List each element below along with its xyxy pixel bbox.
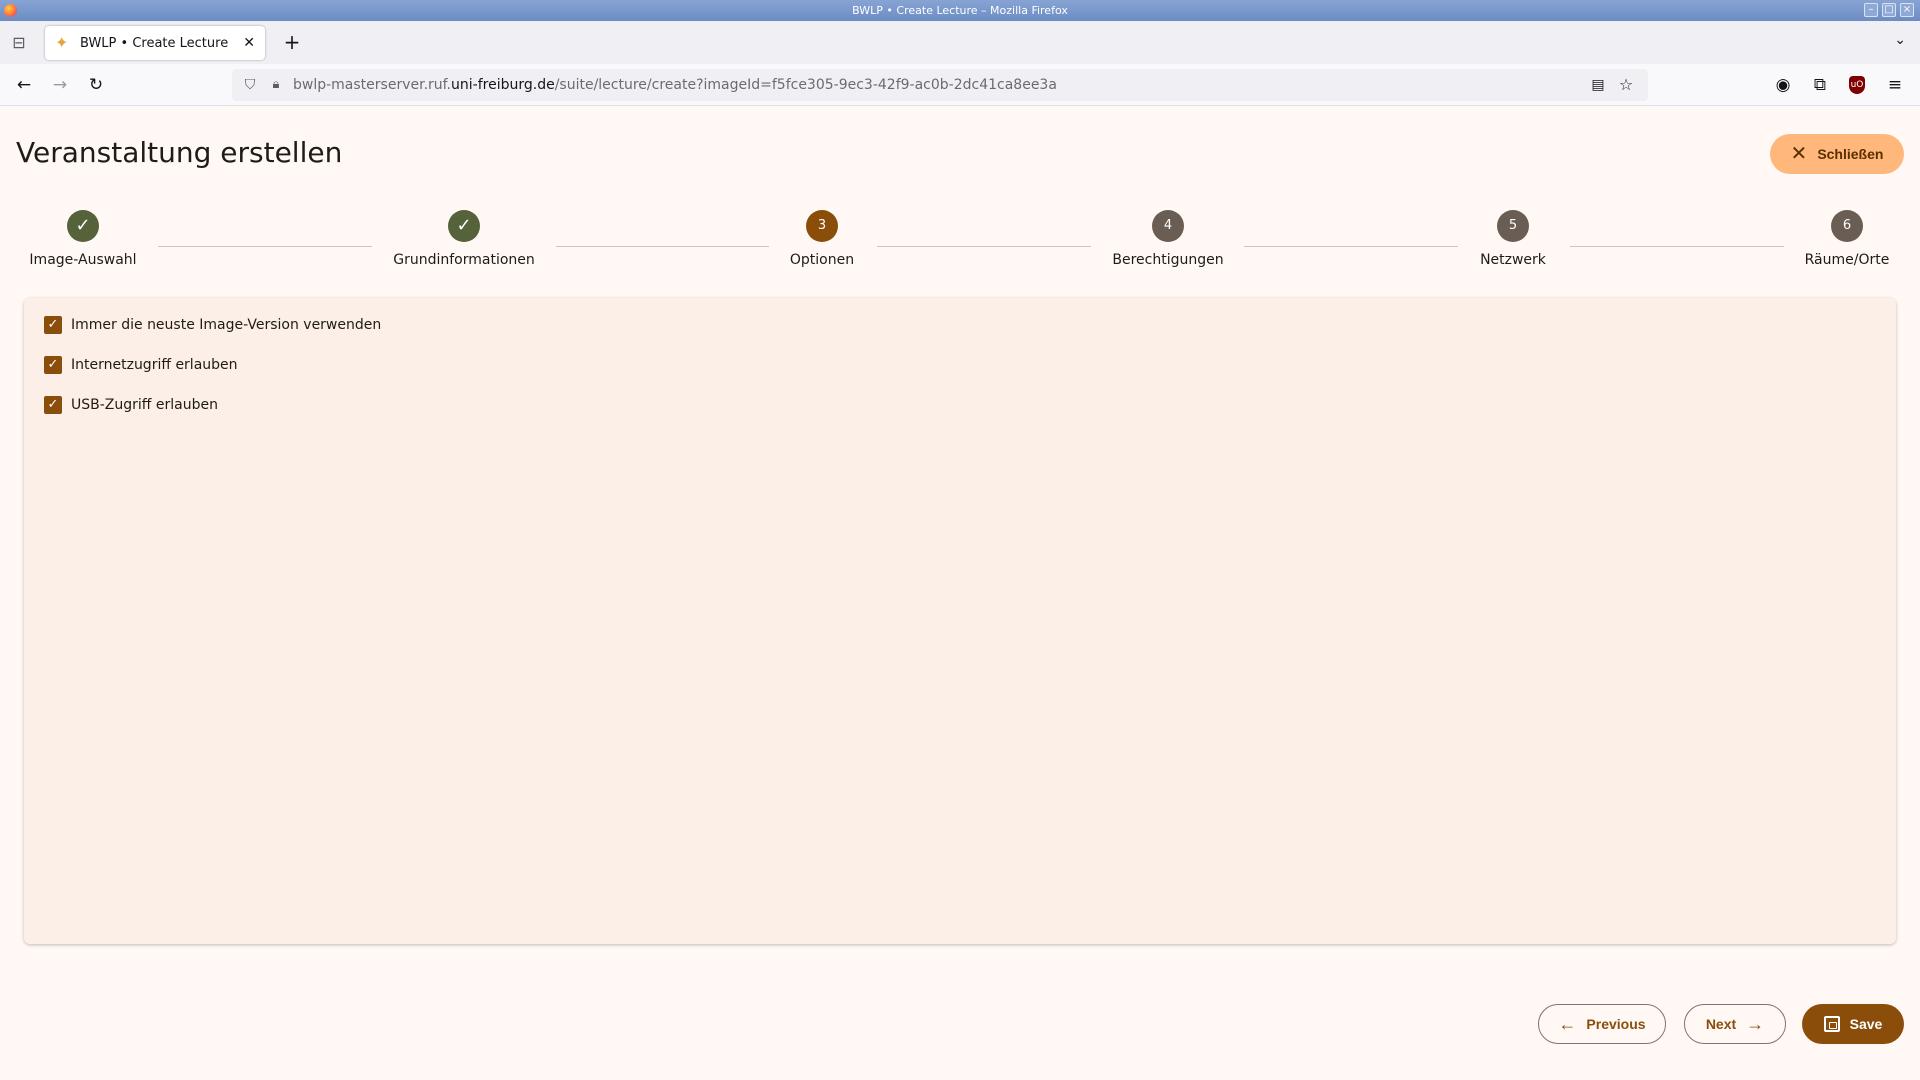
step-label: Optionen — [789, 252, 855, 268]
window-title: BWLP • Create Lecture – Mozilla Firefox — [852, 4, 1068, 17]
step-label: Grundinformationen — [393, 252, 535, 268]
close-window-icon[interactable]: × — [1900, 3, 1914, 17]
step-netzwerk[interactable]: 5 Netzwerk — [1476, 210, 1550, 268]
step-number: 4 — [1152, 210, 1184, 242]
tracking-shield-icon[interactable]: ⛉ — [240, 75, 260, 95]
reload-icon[interactable]: ↻ — [84, 73, 108, 97]
back-icon[interactable]: ← — [12, 73, 36, 97]
step-connector — [556, 246, 769, 247]
tab-strip: ⊟ ✦ BWLP • Create Lecture ✕ + ⌄ — [0, 21, 1920, 64]
tab-close-icon[interactable]: ✕ — [243, 35, 255, 51]
navigation-bar: ← → ↻ ⛉ 🔒︎ bwlp-masterserver.ruf.uni-fre… — [0, 64, 1920, 106]
step-optionen[interactable]: 3 Optionen — [786, 210, 858, 268]
menu-icon[interactable]: ≡ — [1883, 73, 1907, 97]
account-icon[interactable]: ◉ — [1771, 73, 1795, 97]
bookmark-star-icon[interactable]: ☆ — [1616, 75, 1636, 95]
option-internet-access[interactable]: ✓ Internetzugriff erlauben — [44, 356, 238, 374]
check-icon: ✓ — [448, 210, 480, 242]
reader-view-icon[interactable]: ▤ — [1588, 75, 1608, 95]
window-controls: – □ × — [1864, 3, 1914, 17]
new-tab-icon[interactable]: + — [281, 32, 303, 54]
next-button[interactable]: Next → — [1684, 1004, 1786, 1044]
extensions-icon[interactable]: ⧉ — [1808, 73, 1832, 97]
step-label: Image-Auswahl — [29, 252, 137, 268]
option-label: Immer die neuste Image-Version verwenden — [71, 317, 382, 333]
step-label: Netzwerk — [1480, 252, 1546, 268]
lock-icon[interactable]: 🔒︎ — [266, 75, 286, 95]
close-icon: ✕ — [1790, 143, 1808, 165]
step-number: 5 — [1497, 210, 1529, 242]
step-number: 3 — [806, 210, 838, 242]
page-title: Veranstaltung erstellen — [16, 136, 343, 169]
url-text[interactable]: bwlp-masterserver.ruf.uni-freiburg.de/su… — [293, 69, 1057, 101]
check-icon: ✓ — [67, 210, 99, 242]
checkbox-checked-icon[interactable]: ✓ — [44, 396, 62, 414]
minimize-icon[interactable]: – — [1864, 3, 1878, 17]
step-connector — [1244, 246, 1458, 247]
step-connector — [158, 246, 372, 247]
checkbox-checked-icon[interactable]: ✓ — [44, 356, 62, 374]
option-label: USB-Zugriff erlauben — [71, 397, 218, 413]
close-button-label: Schließen — [1817, 146, 1884, 162]
bwlp-favicon-icon: ✦ — [55, 33, 69, 52]
tab-list-icon[interactable]: ⊟ — [8, 32, 30, 54]
options-card: ✓ Immer die neuste Image-Version verwend… — [24, 298, 1896, 944]
save-button-label: Save — [1849, 1016, 1883, 1032]
step-berechtigungen[interactable]: 4 Berechtigungen — [1110, 210, 1226, 268]
firefox-icon — [4, 4, 17, 17]
next-button-label: Next — [1705, 1016, 1737, 1032]
arrow-left-icon: ← — [1558, 1014, 1577, 1034]
step-image-auswahl[interactable]: ✓ Image-Auswahl — [26, 210, 140, 268]
option-label: Internetzugriff erlauben — [71, 357, 238, 373]
ublock-icon[interactable]: uO — [1849, 76, 1865, 94]
previous-button[interactable]: ← Previous — [1538, 1004, 1666, 1044]
save-button[interactable]: Save — [1802, 1004, 1904, 1044]
save-icon — [1823, 1016, 1840, 1032]
tab-title: BWLP • Create Lecture — [80, 35, 229, 51]
option-latest-image-version[interactable]: ✓ Immer die neuste Image-Version verwend… — [44, 316, 381, 334]
checkbox-checked-icon[interactable]: ✓ — [44, 316, 62, 334]
step-connector — [877, 246, 1091, 247]
step-label: Räume/Orte — [1804, 252, 1890, 268]
step-number: 6 — [1831, 210, 1863, 242]
arrow-right-icon: → — [1746, 1014, 1765, 1034]
forward-icon[interactable]: → — [48, 73, 72, 97]
window-titlebar: BWLP • Create Lecture – Mozilla Firefox … — [0, 0, 1920, 21]
step-raeume-orte[interactable]: 6 Räume/Orte — [1802, 210, 1892, 268]
url-bar[interactable]: ⛉ 🔒︎ bwlp-masterserver.ruf.uni-freiburg.… — [232, 69, 1648, 101]
step-label: Berechtigungen — [1112, 252, 1224, 268]
step-connector — [1570, 246, 1784, 247]
maximize-icon[interactable]: □ — [1882, 3, 1896, 17]
browser-tab[interactable]: ✦ BWLP • Create Lecture ✕ — [45, 26, 265, 60]
step-grundinformationen[interactable]: ✓ Grundinformationen — [390, 210, 538, 268]
previous-button-label: Previous — [1586, 1016, 1646, 1032]
option-usb-access[interactable]: ✓ USB-Zugriff erlauben — [44, 396, 218, 414]
chevron-down-icon[interactable]: ⌄ — [1894, 32, 1906, 48]
close-button[interactable]: ✕ Schließen — [1770, 134, 1904, 174]
